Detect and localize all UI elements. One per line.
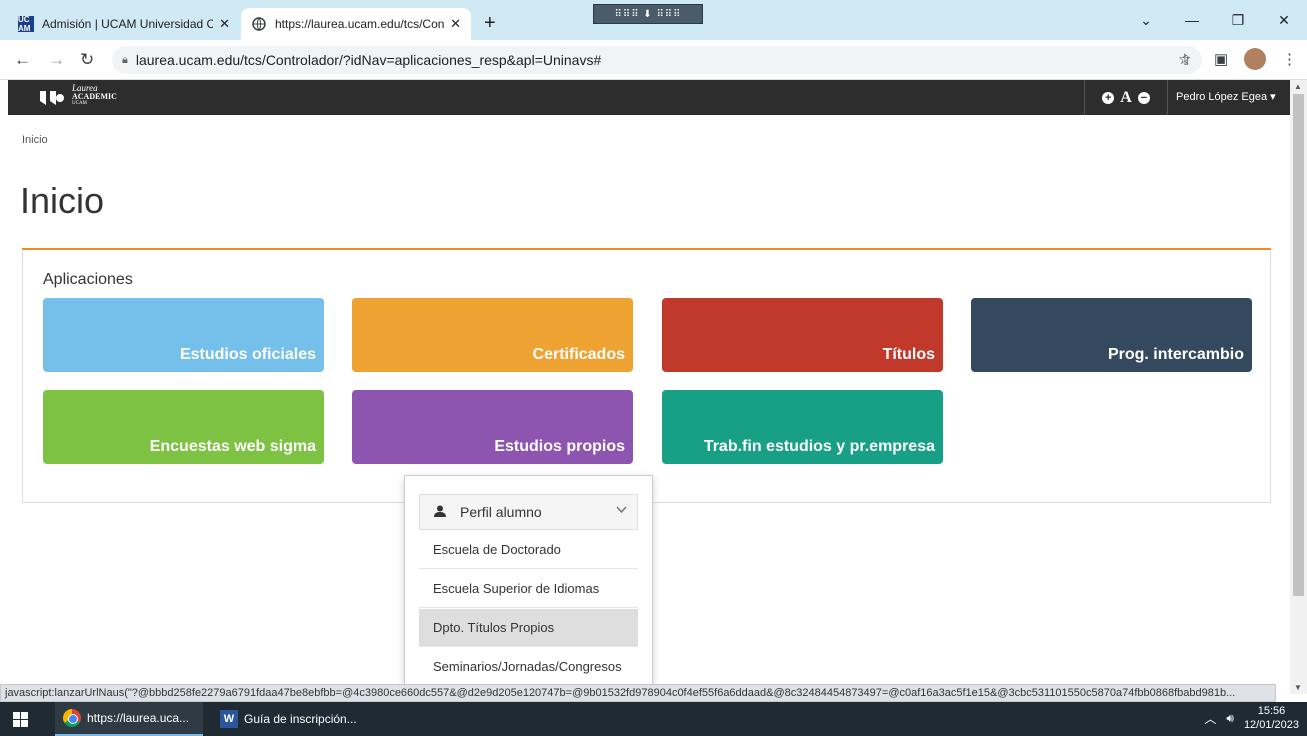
windows-start-icon[interactable] [13,712,28,727]
scrollbar-thumb[interactable] [1293,94,1304,596]
chevron-down-icon [616,505,627,517]
breadcrumb[interactable]: Inicio [22,134,48,146]
tab-admision[interactable]: UC AM Admisión | UCAM Universidad Ca ✕ [8,8,240,40]
close-tab-icon[interactable]: ✕ [450,16,461,32]
laurea-logo-icon[interactable] [36,87,70,107]
scroll-down-icon[interactable]: ▼ [1294,683,1302,692]
menu-item-escuela-idiomas[interactable]: Escuela Superior de Idiomas [419,570,638,608]
tile-trab-fin-estudios[interactable]: Trab.fin estudios y pr.empresa [662,390,943,464]
ucam-favicon-icon: UC AM [18,15,34,33]
word-icon: W [220,710,238,728]
page-title: Inicio [20,180,105,221]
menu-item-escuela-doctorado[interactable]: Escuela de Doctorado [419,531,638,569]
font-size-tools: + A − [1084,80,1168,115]
tile-estudios-oficiales[interactable]: Estudios oficiales [43,298,324,372]
tile-titulos[interactable]: Títulos [662,298,943,372]
user-icon [434,505,446,520]
back-icon[interactable]: ← [14,50,31,70]
close-tab-icon[interactable]: ✕ [219,16,230,32]
tile-certificados[interactable]: Certificados [352,298,633,372]
site-header: Laurea ACADEMIC UCAM + A − Pedro López E… [8,80,1290,115]
restore-icon[interactable]: ❐ [1215,12,1261,29]
menu-item-seminarios[interactable]: Seminarios/Jornadas/Congresos [419,648,638,684]
clock[interactable]: 15:56 12/01/2023 [1244,704,1299,732]
remote-session-bar[interactable]: ⠿⠿⠿ ⬇ ⠿⠿⠿ [593,4,703,24]
profile-select[interactable]: Perfil alumno [419,494,638,530]
tile-estudios-propios[interactable]: Estudios propios [352,390,633,464]
scroll-up-icon[interactable]: ▲ [1294,82,1302,91]
side-panel-icon[interactable]: ▣ [1214,50,1228,68]
globe-icon [251,16,267,32]
forward-icon[interactable]: → [48,50,65,70]
tab-title: Admisión | UCAM Universidad Ca [42,17,214,31]
profile-avatar[interactable] [1244,48,1266,70]
system-tray: ︿ 🔊︎ 15:56 12/01/2023 [1204,704,1299,732]
browser-tab-strip: UC AM Admisión | UCAM Universidad Ca ✕ h… [0,0,1307,40]
address-bar[interactable]: 🔒︎ laurea.ucam.edu/tcs/Controlador/?idNa… [112,46,1202,74]
font-reset-button[interactable]: A [1120,89,1132,107]
window-controls: ⌄ — ❐ ✕ [1123,0,1307,40]
windows-taskbar: https://laurea.uca... W Guía de inscripc… [0,702,1307,736]
laurea-logo-text: Laurea ACADEMIC UCAM [72,83,117,107]
apps-panel [22,251,1271,503]
browser-toolbar: ← → ↻ 🔒︎ laurea.ucam.edu/tcs/Controlador… [0,40,1307,80]
new-tab-button[interactable]: + [484,12,496,35]
close-window-icon[interactable]: ✕ [1261,12,1307,29]
url-text: laurea.ucam.edu/tcs/Controlador/?idNav=a… [135,52,602,68]
title-divider [22,248,1271,250]
font-decrease-icon[interactable]: − [1137,91,1150,104]
tile-prog-intercambio[interactable]: Prog. intercambio [971,298,1252,372]
chrome-icon [63,709,81,727]
reload-icon[interactable]: ↻ [80,50,94,70]
minimize-icon[interactable]: — [1169,12,1215,28]
page-scrollbar[interactable]: ▲ ▼ [1290,80,1307,694]
taskbar-item-chrome[interactable]: https://laurea.uca... [55,702,203,736]
tab-laurea[interactable]: https://laurea.ucam.edu/tcs/Cont ✕ [241,8,471,40]
taskbar-item-word[interactable]: W Guía de inscripción... [212,702,372,736]
tray-chevron-up-icon[interactable]: ︿ [1204,710,1216,727]
profile-select-value: Perfil alumno [460,504,542,520]
menu-item-titulos-propios[interactable]: Dpto. Títulos Propios [419,609,638,647]
apps-heading: Aplicaciones [43,271,133,288]
link-status-bar: javascript:lanzarUrlNaus("?@bbbd258fe227… [0,684,1276,702]
font-increase-icon[interactable]: + [1102,91,1115,104]
estudios-propios-dropdown: Perfil alumno Escuela de Doctorado Escue… [404,475,653,685]
lock-icon[interactable]: 🔒︎ [122,54,128,67]
user-menu[interactable]: Pedro López Egea ▾ [1176,90,1276,103]
tab-search-icon[interactable]: ⌄ [1123,12,1169,29]
volume-icon[interactable]: 🔊︎ [1226,711,1234,726]
bookmark-star-icon[interactable]: ☆ [1178,50,1191,68]
menu-kebab-icon[interactable]: ⋮ [1282,50,1297,68]
tab-title: https://laurea.ucam.edu/tcs/Cont [275,17,445,31]
tile-encuestas-web-sigma[interactable]: Encuestas web sigma [43,390,324,464]
